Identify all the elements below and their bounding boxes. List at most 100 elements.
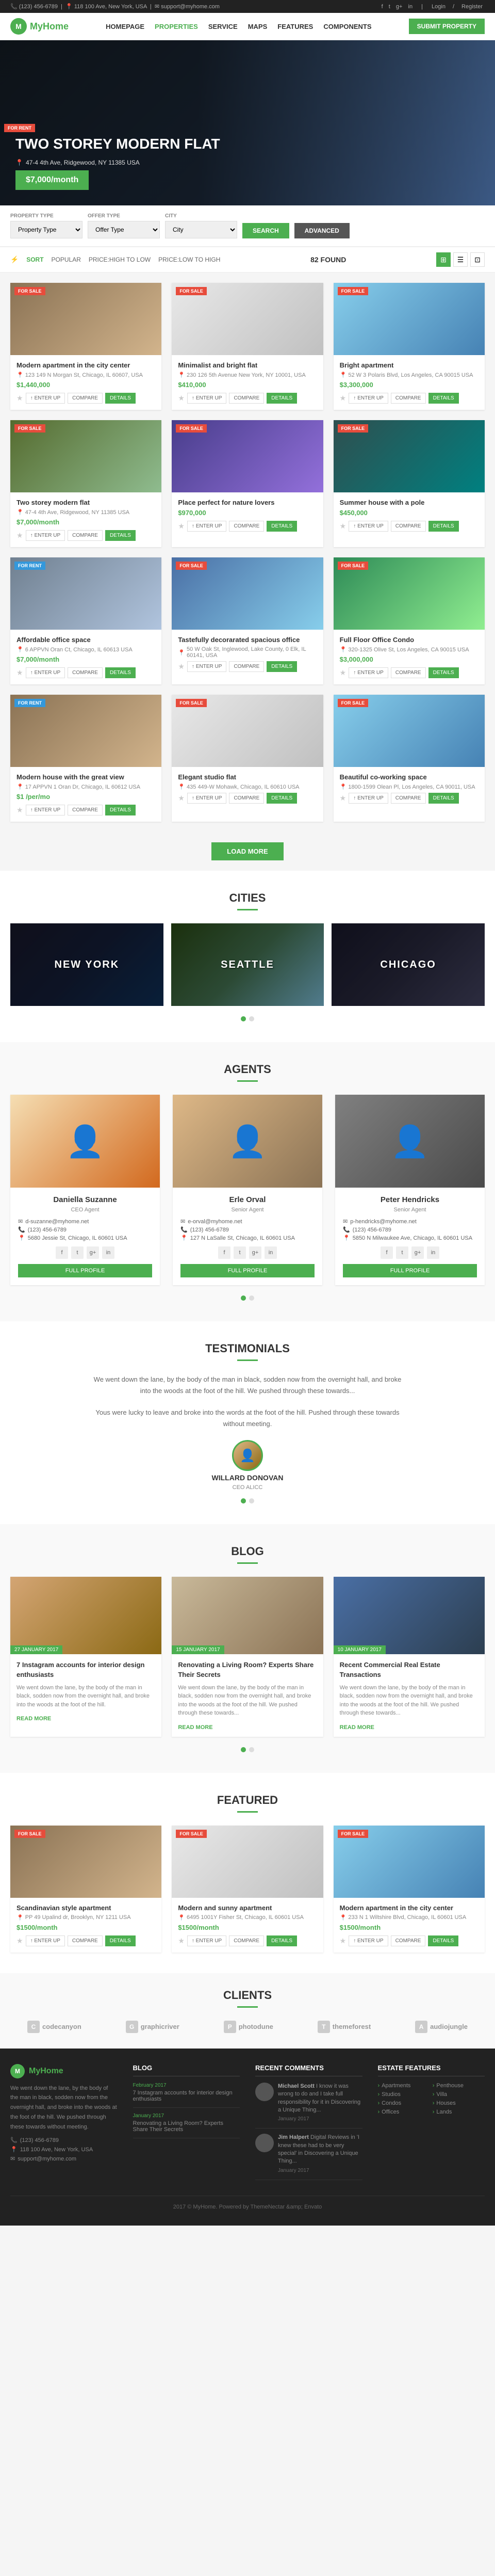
details-button[interactable]: DETAILS <box>428 793 459 804</box>
t-dot-2[interactable] <box>249 1498 254 1503</box>
logo[interactable]: M MyHome <box>10 18 69 35</box>
full-profile-button[interactable]: FULL PROFILE <box>18 1264 152 1277</box>
details-button[interactable]: DETAILS <box>105 667 136 678</box>
favorite-icon[interactable]: ★ <box>178 794 185 803</box>
list-view-button[interactable]: ☰ <box>453 252 468 267</box>
enter-up-button[interactable]: ↑ ENTER UP <box>349 793 388 804</box>
details-button[interactable]: DETAILS <box>105 805 136 815</box>
favorite-icon[interactable]: ★ <box>16 531 23 540</box>
favorite-icon[interactable]: ★ <box>178 394 185 403</box>
city-card[interactable]: CHICAGO <box>332 923 485 1006</box>
social-link[interactable]: in <box>427 1246 439 1259</box>
compare-button[interactable]: COMPARE <box>68 530 103 541</box>
offer-type-select[interactable]: Offer Type <box>88 221 160 238</box>
featured-favorite-icon[interactable]: ★ <box>178 1937 185 1945</box>
enter-up-button[interactable]: ↑ ENTER UP <box>26 530 65 541</box>
facebook-link[interactable]: f <box>382 4 383 10</box>
enter-up-button[interactable]: ↑ ENTER UP <box>26 805 65 815</box>
sort-sort[interactable]: SORT <box>26 256 43 263</box>
full-profile-button[interactable]: FULL PROFILE <box>180 1264 315 1277</box>
login-link[interactable]: Login <box>432 4 446 10</box>
social-link[interactable]: t <box>71 1246 84 1259</box>
enter-up-button[interactable]: ↑ ENTER UP <box>187 393 227 404</box>
compare-button[interactable]: COMPARE <box>68 805 103 815</box>
details-button[interactable]: DETAILS <box>267 793 297 804</box>
twitter-link[interactable]: t <box>389 4 390 10</box>
compare-button[interactable]: COMPARE <box>229 661 264 672</box>
favorite-icon[interactable]: ★ <box>178 662 185 671</box>
dot-1[interactable] <box>241 1016 246 1021</box>
favorite-icon[interactable]: ★ <box>16 394 23 403</box>
featured-compare-button[interactable]: COMPARE <box>391 1935 426 1946</box>
load-more-button[interactable]: LOAD MORE <box>211 842 283 860</box>
linkedin-link[interactable]: in <box>408 4 413 10</box>
footer-logo[interactable]: M MyHome <box>10 2064 118 2078</box>
enter-up-button[interactable]: ↑ ENTER UP <box>187 793 227 804</box>
featured-details-button[interactable]: DETAILS <box>267 1935 297 1946</box>
compare-button[interactable]: COMPARE <box>391 667 426 678</box>
favorite-icon[interactable]: ★ <box>178 522 185 531</box>
nav-service[interactable]: SERVICE <box>208 23 238 30</box>
details-button[interactable]: DETAILS <box>267 393 297 404</box>
compare-button[interactable]: COMPARE <box>68 393 103 404</box>
favorite-icon[interactable]: ★ <box>340 668 346 677</box>
agents-dot-2[interactable] <box>249 1295 254 1301</box>
details-button[interactable]: DETAILS <box>428 393 459 404</box>
compare-button[interactable]: COMPARE <box>391 393 426 404</box>
details-button[interactable]: DETAILS <box>428 521 459 532</box>
details-button[interactable]: DETAILS <box>428 667 459 678</box>
social-link[interactable]: t <box>396 1246 408 1259</box>
advanced-search-button[interactable]: ADVANCED <box>294 223 350 238</box>
social-link[interactable]: f <box>218 1246 230 1259</box>
dot-2[interactable] <box>249 1016 254 1021</box>
read-more-link[interactable]: READ MORE <box>16 1716 51 1722</box>
details-button[interactable]: DETAILS <box>105 393 136 404</box>
read-more-link[interactable]: READ MORE <box>340 1724 374 1731</box>
social-link[interactable]: in <box>102 1246 114 1259</box>
favorite-icon[interactable]: ★ <box>16 668 23 677</box>
t-dot-1[interactable] <box>241 1498 246 1503</box>
register-link[interactable]: Register <box>461 4 483 10</box>
featured-compare-button[interactable]: COMPARE <box>68 1935 103 1946</box>
favorite-icon[interactable]: ★ <box>340 794 346 803</box>
nav-properties[interactable]: PROPERTIES <box>155 23 198 30</box>
details-button[interactable]: DETAILS <box>267 661 297 672</box>
sort-low-high[interactable]: PRICE:LOW TO HIGH <box>158 256 220 263</box>
social-link[interactable]: g+ <box>87 1246 99 1259</box>
details-button[interactable]: DETAILS <box>267 521 297 532</box>
read-more-link[interactable]: READ MORE <box>178 1724 212 1731</box>
sort-high-low[interactable]: PRICE:HIGH TO LOW <box>89 256 151 263</box>
featured-details-button[interactable]: DETAILS <box>428 1935 458 1946</box>
nav-features[interactable]: FEATURES <box>277 23 313 30</box>
enter-up-button[interactable]: ↑ ENTER UP <box>187 521 227 532</box>
full-profile-button[interactable]: FULL PROFILE <box>343 1264 477 1277</box>
social-link[interactable]: g+ <box>411 1246 424 1259</box>
featured-enter-up-button[interactable]: ↑ ENTER UP <box>26 1935 65 1946</box>
featured-enter-up-button[interactable]: ↑ ENTER UP <box>187 1935 226 1946</box>
enter-up-button[interactable]: ↑ ENTER UP <box>26 667 65 678</box>
enter-up-button[interactable]: ↑ ENTER UP <box>349 667 388 678</box>
search-button[interactable]: SEARCH <box>242 223 289 238</box>
enter-up-button[interactable]: ↑ ENTER UP <box>349 521 388 532</box>
google-link[interactable]: g+ <box>396 4 403 10</box>
nav-homepage[interactable]: HOMEPAGE <box>106 23 144 30</box>
sort-popular[interactable]: POPULAR <box>52 256 81 263</box>
b-dot-1[interactable] <box>241 1747 246 1752</box>
enter-up-button[interactable]: ↑ ENTER UP <box>26 393 65 404</box>
grid-view-button[interactable]: ⊞ <box>436 252 451 267</box>
favorite-icon[interactable]: ★ <box>340 522 346 531</box>
social-link[interactable]: t <box>234 1246 246 1259</box>
featured-favorite-icon[interactable]: ★ <box>16 1937 23 1945</box>
submit-property-button[interactable]: SUBMIT PROPERTY <box>409 19 485 34</box>
featured-enter-up-button[interactable]: ↑ ENTER UP <box>349 1935 388 1946</box>
featured-favorite-icon[interactable]: ★ <box>340 1937 346 1945</box>
city-card[interactable]: SEATTLE <box>171 923 324 1006</box>
featured-details-button[interactable]: DETAILS <box>105 1935 136 1946</box>
agents-dot-1[interactable] <box>241 1295 246 1301</box>
details-button[interactable]: DETAILS <box>105 530 136 541</box>
city-select[interactable]: City <box>165 221 237 238</box>
city-card[interactable]: NEW YORK <box>10 923 163 1006</box>
favorite-icon[interactable]: ★ <box>340 394 346 403</box>
nav-maps[interactable]: MAPS <box>248 23 268 30</box>
social-link[interactable]: in <box>265 1246 277 1259</box>
